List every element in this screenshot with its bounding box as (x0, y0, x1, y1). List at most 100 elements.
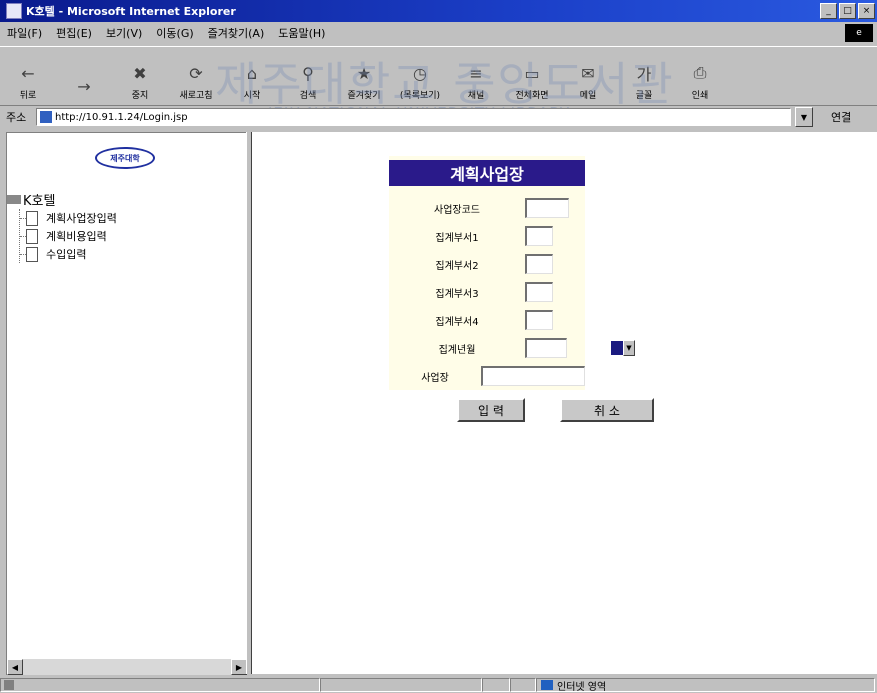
mail-icon: ✉ (581, 63, 595, 83)
month-select-value (611, 341, 623, 355)
toolbar-button-history[interactable]: ◷ (목록보기) (392, 53, 448, 105)
site-name-label: 사업장 (421, 372, 449, 384)
chevron-down-icon[interactable]: ▼ (623, 340, 635, 356)
channels-icon: ≡ (469, 63, 483, 83)
history-icon: ◷ (413, 63, 427, 83)
document-icon (26, 228, 38, 244)
fullscreen-icon: ▭ (524, 63, 540, 83)
toolbar-button-search[interactable]: ⚲ 검색 (280, 53, 336, 105)
form-row-dept1: 집계부서1 (389, 225, 585, 247)
toolbar-button-home[interactable]: ⌂ 시작 (224, 53, 280, 105)
menu-help[interactable]: 도움말(H) (271, 25, 332, 41)
page-icon (40, 111, 52, 123)
toolbar-button-favorites[interactable]: ★ 즐겨찾기 (336, 53, 392, 105)
document-icon (26, 210, 38, 226)
status-zone-pane: 인터넷 영역 (536, 678, 875, 693)
form-row-site-code: 사업장코드 (389, 197, 585, 219)
status-text-pane (0, 678, 320, 692)
search-icon: ⚲ (302, 63, 314, 83)
tree-item-label: 수입입력 (46, 248, 87, 261)
toolbar-button-back-arrow[interactable]: ← 뒤로 (0, 53, 56, 105)
site-code-label: 사업장코드 (434, 204, 480, 216)
toolbar-button-forward-arrow[interactable]: → (56, 53, 112, 105)
status-bar: 인터넷 영역 (0, 677, 877, 693)
font-icon: 가 (636, 65, 652, 84)
address-label: 주소 (6, 111, 27, 124)
toolbar-button-label: 즐겨찾기 (347, 91, 381, 101)
status-pane-3 (482, 678, 510, 692)
minimize-button[interactable]: _ (820, 3, 837, 19)
site-code-input[interactable] (525, 198, 569, 218)
menu-file[interactable]: 파일(F) (0, 25, 49, 41)
tree-items: 계획사업장입력 계획비용입력 수입입력 (19, 209, 117, 263)
month-select[interactable]: ▼ (611, 340, 635, 356)
toolbar-button-print[interactable]: ⎙ 인쇄 (672, 53, 728, 105)
left-navigation-frame: 제주대학 K호텔 계획사업장입력 계획비용입력 수입입력 ◀ ▶ (6, 132, 247, 675)
toolbar-button-label: 중지 (131, 91, 149, 101)
menu-favorites[interactable]: 즐겨찾기(A) (201, 25, 272, 41)
toolbar-button-label: 뒤로 (19, 91, 37, 101)
tree-root[interactable]: K호텔 (7, 190, 55, 209)
scroll-left-icon[interactable]: ◀ (7, 659, 23, 675)
document-icon (26, 246, 38, 262)
status-pane-4 (510, 678, 536, 692)
stop-icon: ✖ (133, 63, 147, 83)
tree-item-plan-site-input[interactable]: 계획사업장입력 (20, 209, 117, 227)
tree-item-label: 계획비용입력 (46, 230, 107, 243)
form-row-year-month: 집계년월 (389, 337, 585, 359)
toolbar-button-label: 검색 (299, 91, 317, 101)
print-icon: ⎙ (693, 63, 707, 82)
toolbar-button-channels[interactable]: ≡ 채널 (448, 53, 504, 105)
toolbar: ← 뒤로 → ✖ 중지 ⟳ 새로고침 ⌂ 시작 ⚲ 검색 ★ 즐겨찾기 ◷ (목록보기) ≡ 채널 ▭ 전체화면 ✉ 메… (0, 46, 877, 106)
close-button[interactable]: × (858, 3, 875, 19)
dept3-label: 집계부서3 (435, 288, 479, 300)
toolbar-button-label: 시작 (243, 91, 261, 101)
tree-item-revenue-input[interactable]: 수입입력 (20, 245, 117, 263)
toolbar-button-label: (목록보기) (399, 91, 441, 101)
dept4-label: 집계부서4 (435, 316, 479, 328)
toolbar-button-refresh[interactable]: ⟳ 새로고침 (168, 53, 224, 105)
toolbar-button-mail[interactable]: ✉ 메일 (560, 53, 616, 105)
dept4-input[interactable] (525, 310, 553, 330)
submit-button[interactable]: 입 력 (457, 398, 525, 422)
toolbar-button-label: 전체화면 (515, 91, 549, 101)
toolbar-button-stop[interactable]: ✖ 중지 (112, 53, 168, 105)
scroll-right-icon[interactable]: ▶ (231, 659, 247, 675)
toolbar-button-label: 메일 (579, 91, 597, 101)
toolbar-button-fullscreen[interactable]: ▭ 전체화면 (504, 53, 560, 105)
site-name-input[interactable] (481, 366, 585, 386)
refresh-icon: ⟳ (189, 63, 203, 83)
toolbar-button-font[interactable]: 가글꼴 (616, 53, 672, 105)
window-title-bar[interactable]: K호텔 - Microsoft Internet Explorer _ □ × (0, 0, 877, 22)
address-bar: 주소 http://10.91.1.24/Login.jsp ▼ 연결 (0, 105, 877, 129)
cancel-button[interactable]: 취 소 (560, 398, 654, 422)
dept1-label: 집계부서1 (435, 232, 479, 244)
menu-edit[interactable]: 편집(E) (49, 25, 99, 41)
toolbar-button-label: 글꼴 (635, 91, 653, 101)
address-dropdown-button[interactable]: ▼ (795, 107, 813, 127)
go-button[interactable]: 연결 (831, 109, 851, 125)
menu-bar: 파일(F) 편집(E) 보기(V) 이동(G) 즐겨찾기(A) 도움말(H) e (0, 22, 877, 44)
ie-logo-icon: e (845, 24, 873, 42)
form-row-site-name: 사업장 (389, 365, 585, 387)
favorites-icon: ★ (356, 63, 372, 83)
dept3-input[interactable] (525, 282, 553, 302)
status-page-icon (4, 680, 14, 690)
ie-page-icon (6, 3, 22, 19)
dept2-input[interactable] (525, 254, 553, 274)
menu-view[interactable]: 보기(V) (99, 25, 149, 41)
maximize-button[interactable]: □ (839, 3, 856, 19)
horizontal-scrollbar[interactable]: ◀ ▶ (7, 659, 247, 675)
address-input[interactable]: http://10.91.1.24/Login.jsp (36, 108, 791, 126)
hotel-logo: 제주대학 (95, 147, 155, 169)
year-input[interactable] (525, 338, 567, 358)
menu-go[interactable]: 이동(G) (149, 25, 200, 41)
dept1-input[interactable] (525, 226, 553, 246)
tree-item-plan-cost-input[interactable]: 계획비용입력 (20, 227, 117, 245)
toolbar-button-label: 채널 (467, 91, 485, 101)
form-row-dept3: 집계부서3 (389, 281, 585, 303)
folder-icon (7, 195, 21, 204)
status-zone-text: 인터넷 영역 (557, 681, 607, 693)
address-url: http://10.91.1.24/Login.jsp (55, 111, 188, 123)
toolbar-button-label: 새로고침 (179, 91, 213, 101)
